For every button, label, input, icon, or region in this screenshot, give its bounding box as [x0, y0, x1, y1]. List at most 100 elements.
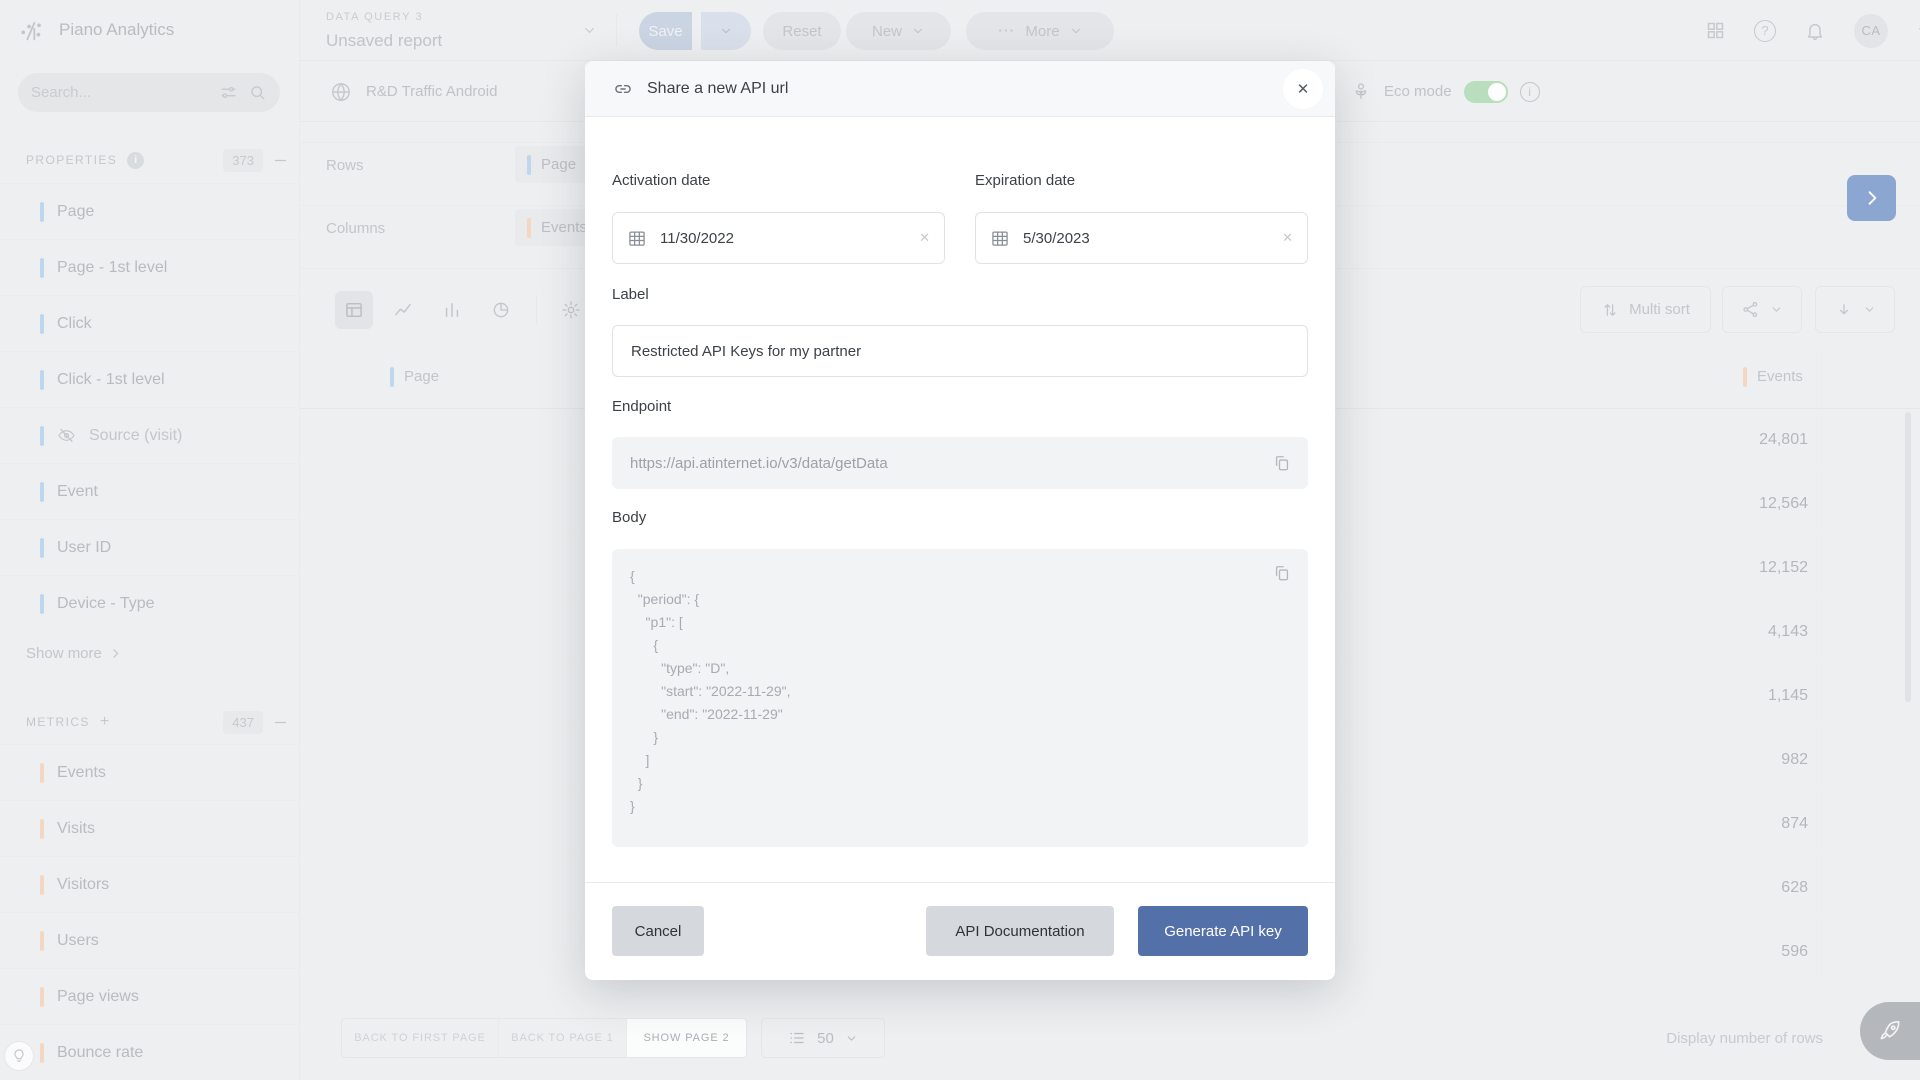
share-api-url-modal: Share a new API url ✕ Activation date Ex… [585, 61, 1335, 980]
sidebar-item-source-visit[interactable]: Source (visit) [0, 407, 300, 463]
sidebar-item-visits[interactable]: Visits [0, 800, 300, 856]
copy-icon[interactable] [1272, 453, 1292, 473]
ellipsis-icon: ⋯ [997, 21, 1016, 41]
eco-mode-toggle[interactable] [1464, 81, 1508, 103]
back-to-first-page-button[interactable]: BACK TO FIRST PAGE [342, 1019, 498, 1057]
sidebar-item-page-1st-level[interactable]: Page - 1st level [0, 239, 300, 295]
collapse-minus-icon[interactable] [273, 153, 288, 168]
download-button[interactable] [1815, 286, 1895, 333]
chevron-down-icon[interactable] [582, 23, 597, 38]
search-placeholder: Search... [31, 84, 209, 101]
metric-accent-bar [40, 763, 44, 783]
row-events: 24,801 [1759, 408, 1808, 472]
back-to-page-1-button[interactable]: BACK TO PAGE 1 [498, 1019, 626, 1057]
help-icon[interactable]: ? [1754, 20, 1776, 42]
rows-per-page-select[interactable]: 50 [761, 1018, 885, 1058]
show-page-2-button[interactable]: SHOW PAGE 2 [626, 1019, 746, 1057]
add-metric-icon[interactable]: + [100, 713, 109, 731]
property-accent-bar [40, 426, 44, 446]
expiration-date-field[interactable]: 5/30/2023 ✕ [975, 212, 1308, 264]
rocket-icon [1877, 1018, 1903, 1044]
show-more-link[interactable]: Show more [26, 640, 122, 666]
more-button[interactable]: ⋯ More [966, 12, 1114, 50]
generate-api-key-button[interactable]: Generate API key [1138, 906, 1308, 956]
endpoint-label: Endpoint [612, 398, 671, 415]
columns-label: Columns [326, 220, 385, 237]
body-field: { "period": { "p1": [ { "type": "D", "st… [612, 549, 1308, 847]
copy-icon[interactable] [1272, 563, 1292, 583]
label-input[interactable] [612, 325, 1308, 377]
line-chart-view-button[interactable] [384, 291, 422, 329]
bar-chart-view-button[interactable] [433, 291, 471, 329]
column-header-events[interactable]: Events [1743, 345, 1803, 408]
tips-lightbulb-button[interactable] [4, 1041, 34, 1071]
info-icon[interactable]: i [1520, 82, 1540, 102]
filter-sliders-icon[interactable] [219, 83, 238, 102]
brand[interactable]: Piano Analytics [18, 16, 174, 44]
row-events: 596 [1781, 920, 1808, 984]
close-icon[interactable]: ✕ [1283, 69, 1323, 109]
share-button[interactable] [1722, 286, 1802, 333]
clear-icon[interactable]: ✕ [1282, 230, 1293, 246]
sidebar-item-page-views[interactable]: Page views [0, 968, 300, 1024]
eco-mode-control: Eco mode i [1350, 61, 1540, 122]
table-scrollbar[interactable] [1905, 412, 1911, 702]
metrics-header: METRICS + 437 [0, 707, 300, 737]
reset-button[interactable]: Reset [763, 12, 841, 50]
download-arrow-icon [1835, 301, 1853, 319]
sort-arrows-icon [1601, 301, 1619, 319]
property-accent-bar [40, 258, 44, 278]
pie-chart-view-button[interactable] [482, 291, 520, 329]
site-name: R&D Traffic Android [366, 83, 497, 100]
globe-icon [330, 81, 352, 103]
save-split-button: Save [639, 12, 751, 50]
sidebar-item-click-1st-level[interactable]: Click - 1st level [0, 351, 300, 407]
rocket-fab-button[interactable] [1860, 1002, 1920, 1060]
sidebar-item-user-id[interactable]: User ID [0, 519, 300, 575]
column-header-page[interactable]: Page [390, 345, 439, 408]
search-input[interactable]: Search... [18, 73, 280, 112]
properties-list: Page Page - 1st level Click Click - 1st … [0, 183, 300, 631]
notifications-bell-icon[interactable] [1804, 20, 1826, 42]
search-icon[interactable] [248, 83, 267, 102]
save-button[interactable]: Save [639, 12, 692, 50]
divider [536, 295, 537, 325]
list-icon [788, 1029, 806, 1047]
clear-icon[interactable]: ✕ [919, 230, 930, 246]
sidebar-item-click[interactable]: Click [0, 295, 300, 351]
properties-count-badge: 373 [223, 149, 263, 172]
sidebar-item-bounce-rate[interactable]: Bounce rate [0, 1024, 300, 1080]
sidebar-item-device-type[interactable]: Device - Type [0, 575, 300, 631]
piano-logo-icon [18, 16, 46, 44]
chevron-down-icon [845, 1032, 858, 1045]
multi-sort-button[interactable]: Multi sort [1580, 286, 1711, 333]
activation-date-field[interactable]: 11/30/2022 ✕ [612, 212, 945, 264]
activation-date-label: Activation date [612, 172, 710, 189]
metric-accent-bar [40, 987, 44, 1007]
new-button[interactable]: New [846, 12, 951, 50]
avatar[interactable]: CA [1854, 14, 1888, 48]
table-view-button[interactable] [335, 291, 373, 329]
top-right-icons: ? CA [1705, 0, 1920, 61]
sidebar-item-visitors[interactable]: Visitors [0, 856, 300, 912]
row-events: 4,143 [1768, 600, 1808, 664]
sidebar-item-event[interactable]: Event [0, 463, 300, 519]
sidebar-item-users[interactable]: Users [0, 912, 300, 968]
cancel-button[interactable]: Cancel [612, 906, 704, 956]
endpoint-value: https://api.atinternet.io/v3/data/getDat… [630, 455, 888, 472]
sidebar-item-page[interactable]: Page [0, 183, 300, 239]
api-documentation-button[interactable]: API Documentation [926, 906, 1114, 956]
row-events: 982 [1781, 728, 1808, 792]
save-options-chevron-icon[interactable] [701, 12, 751, 50]
sidebar-item-events[interactable]: Events [0, 744, 300, 800]
row-events: 628 [1781, 856, 1808, 920]
site-selector[interactable]: R&D Traffic Android [330, 61, 497, 122]
run-query-button[interactable] [1847, 175, 1896, 221]
endpoint-field: https://api.atinternet.io/v3/data/getDat… [612, 437, 1308, 489]
account-chevron-down-icon[interactable] [1916, 23, 1920, 38]
apps-grid-icon[interactable] [1705, 20, 1726, 41]
collapse-minus-icon[interactable] [273, 715, 288, 730]
top-bar: DATA QUERY 3 Unsaved report Save Reset N… [300, 0, 1920, 61]
activation-date-value: 11/30/2022 [660, 230, 906, 247]
info-icon[interactable]: i [127, 152, 144, 169]
